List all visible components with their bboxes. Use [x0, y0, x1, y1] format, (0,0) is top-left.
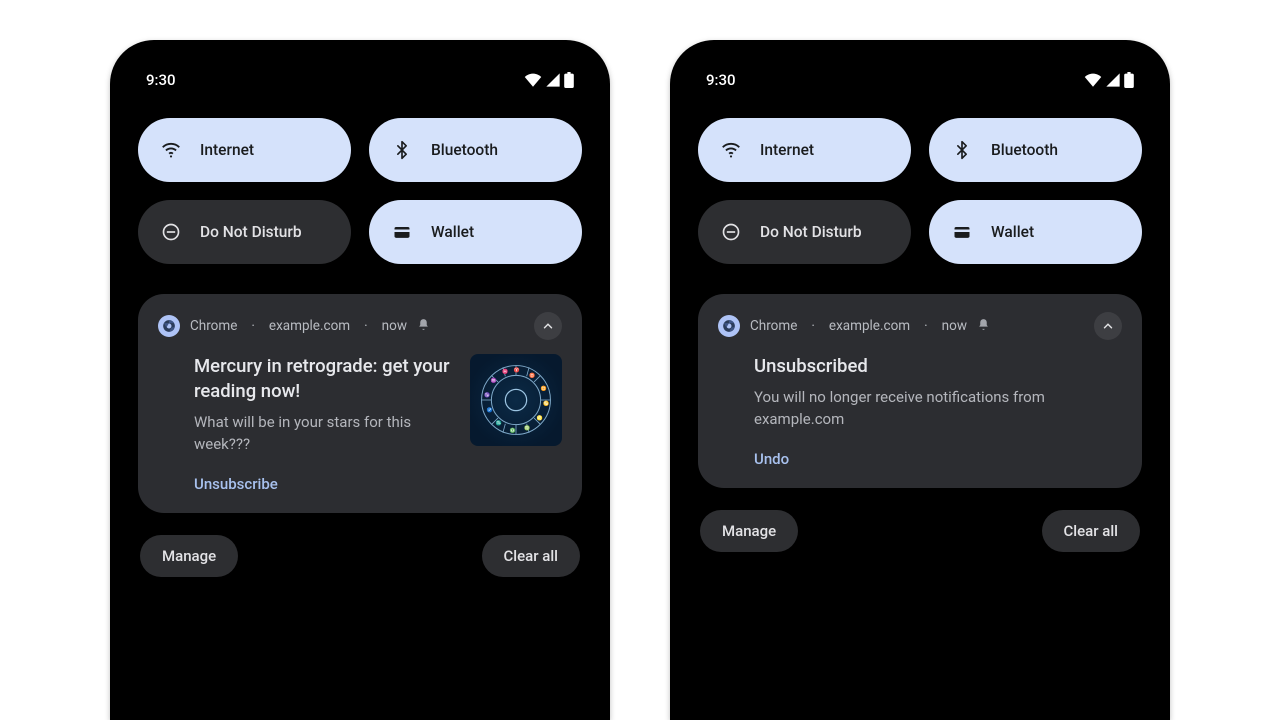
qs-tile-internet[interactable]: Internet	[138, 118, 351, 182]
notification-title: Mercury in retrograde: get your reading …	[194, 354, 454, 404]
signal-icon	[1105, 73, 1121, 87]
undo-button[interactable]: Undo	[718, 450, 1122, 468]
qs-label: Wallet	[431, 223, 474, 241]
qs-tile-bluetooth[interactable]: Bluetooth	[369, 118, 582, 182]
notification-time: now	[942, 318, 967, 334]
status-bar: 9:30	[698, 66, 1142, 94]
collapse-button[interactable]	[534, 312, 562, 340]
wifi-icon	[720, 139, 742, 161]
signal-icon	[545, 73, 561, 87]
dnd-icon	[160, 221, 182, 243]
phone-mockup-after: 9:30 Internet Bluetooth	[670, 40, 1170, 720]
notification-header: Chrome example.com now	[158, 312, 562, 340]
notification-title: Unsubscribed	[754, 354, 1122, 379]
separator-dot	[360, 318, 372, 334]
phone-mockup-before: 9:30 Internet Bluetooth	[110, 40, 610, 720]
svg-text:♋: ♋	[543, 400, 549, 407]
bluetooth-icon	[391, 139, 413, 161]
separator-dot	[807, 318, 819, 334]
manage-button[interactable]: Manage	[700, 510, 798, 552]
notification-shade: Chrome example.com now Mercury in retrog…	[138, 294, 582, 577]
bell-icon	[417, 318, 430, 335]
bell-icon	[977, 318, 990, 335]
shade-footer: Manage Clear all	[698, 510, 1142, 552]
qs-label: Wallet	[991, 223, 1034, 241]
phone-screen: 9:30 Internet Bluetooth	[124, 54, 596, 720]
quick-settings: Internet Bluetooth Do Not Disturb Wallet	[138, 118, 582, 264]
notification-body: Mercury in retrograde: get your reading …	[158, 354, 562, 455]
phone-screen: 9:30 Internet Bluetooth	[684, 54, 1156, 720]
notification-header: Chrome example.com now	[718, 312, 1122, 340]
notification-app: Chrome	[190, 318, 237, 334]
status-icons	[524, 72, 574, 88]
svg-text:♑: ♑	[484, 392, 490, 399]
dnd-icon	[720, 221, 742, 243]
svg-text:♎: ♎	[509, 427, 515, 434]
svg-text:♏: ♏	[496, 420, 502, 427]
svg-text:♌: ♌	[537, 415, 543, 422]
wifi-icon	[160, 139, 182, 161]
qs-label: Internet	[200, 141, 254, 159]
wifi-icon	[1084, 73, 1102, 87]
notification-time: now	[382, 318, 407, 334]
qs-tile-bluetooth[interactable]: Bluetooth	[929, 118, 1142, 182]
separator-dot	[920, 318, 932, 334]
bluetooth-icon	[951, 139, 973, 161]
qs-tile-dnd[interactable]: Do Not Disturb	[138, 200, 351, 264]
clear-all-button[interactable]: Clear all	[1042, 510, 1141, 552]
qs-tile-dnd[interactable]: Do Not Disturb	[698, 200, 911, 264]
notification-body: Unsubscribed You will no longer receive …	[718, 354, 1122, 430]
notification-message: You will no longer receive notifications…	[754, 387, 1122, 431]
notification-app: Chrome	[750, 318, 797, 334]
notification-card[interactable]: Chrome example.com now Unsubscribed You …	[698, 294, 1142, 488]
wallet-icon	[951, 221, 973, 243]
qs-label: Do Not Disturb	[760, 223, 862, 241]
wifi-icon	[524, 73, 542, 87]
svg-text:♐: ♐	[486, 406, 492, 413]
manage-button[interactable]: Manage	[140, 535, 238, 577]
status-bar: 9:30	[138, 66, 582, 94]
qs-tile-internet[interactable]: Internet	[698, 118, 911, 182]
battery-icon	[1124, 72, 1134, 88]
quick-settings: Internet Bluetooth Do Not Disturb Wallet	[698, 118, 1142, 264]
qs-label: Bluetooth	[991, 141, 1058, 159]
svg-text:♊: ♊	[541, 385, 547, 392]
status-time: 9:30	[146, 71, 176, 89]
shade-footer: Manage Clear all	[138, 535, 582, 577]
clear-all-button[interactable]: Clear all	[482, 535, 581, 577]
status-time: 9:30	[706, 71, 736, 89]
qs-label: Do Not Disturb	[200, 223, 302, 241]
notification-site: example.com	[829, 318, 910, 334]
collapse-button[interactable]	[1094, 312, 1122, 340]
chrome-icon	[158, 315, 180, 337]
qs-label: Internet	[760, 141, 814, 159]
notification-thumbnail: ♈♉♊ ♋♌♍ ♎♏♐ ♑♒♓	[470, 354, 562, 446]
wallet-icon	[391, 221, 413, 243]
qs-tile-wallet[interactable]: Wallet	[369, 200, 582, 264]
separator-dot	[247, 318, 259, 334]
notification-card[interactable]: Chrome example.com now Mercury in retrog…	[138, 294, 582, 513]
qs-label: Bluetooth	[431, 141, 498, 159]
chrome-icon	[718, 315, 740, 337]
notification-shade: Chrome example.com now Unsubscribed You …	[698, 294, 1142, 552]
svg-text:♈: ♈	[514, 366, 520, 373]
qs-tile-wallet[interactable]: Wallet	[929, 200, 1142, 264]
unsubscribe-button[interactable]: Unsubscribe	[158, 475, 562, 493]
notification-site: example.com	[269, 318, 350, 334]
notification-message: What will be in your stars for this week…	[194, 412, 454, 456]
status-icons	[1084, 72, 1134, 88]
svg-text:♉: ♉	[529, 372, 535, 379]
battery-icon	[564, 72, 574, 88]
